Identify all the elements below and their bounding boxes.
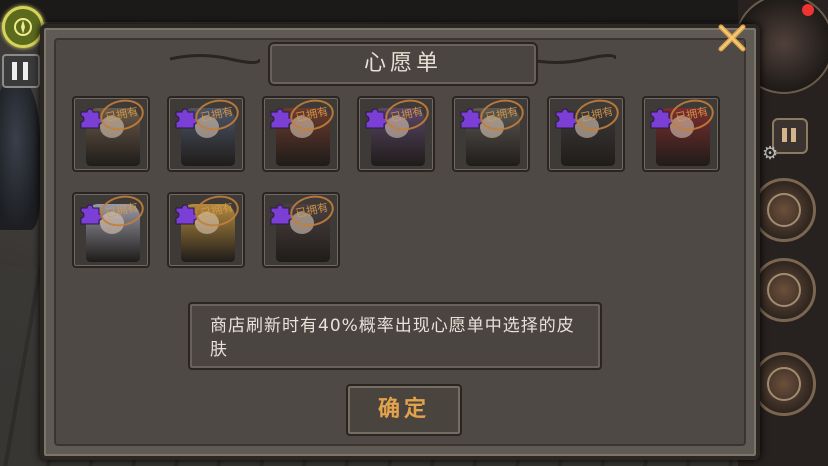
confirm-button[interactable]: 确定 <box>346 384 462 436</box>
wishlist-info-text: 商店刷新时有40%概率出现心愿单中选择的皮肤 <box>210 316 575 360</box>
confirm-button-label: 确定 <box>377 397 430 422</box>
dialog-title: 心愿单 <box>363 51 442 76</box>
skill-button-3[interactable] <box>752 352 816 416</box>
close-icon <box>718 24 746 52</box>
map-compass-button[interactable] <box>2 6 44 48</box>
compass-icon <box>14 18 32 36</box>
notification-dot <box>802 4 814 16</box>
skin-card[interactable]: 已拥有 <box>167 96 245 172</box>
pause-icon <box>782 128 787 142</box>
title-ornament-right <box>526 54 616 64</box>
title-ornament-left <box>170 54 260 64</box>
skill-button-2[interactable] <box>752 258 816 322</box>
skin-card[interactable]: 已拥有 <box>262 96 340 172</box>
skin-card[interactable]: 已拥有 <box>72 192 150 268</box>
skin-card[interactable]: 已拥有 <box>262 192 340 268</box>
skin-card[interactable]: 已拥有 <box>547 96 625 172</box>
skill-button-1[interactable] <box>752 178 816 242</box>
background-character <box>0 80 40 230</box>
info-box: 商店刷新时有40%概率出现心愿单中选择的皮肤 <box>188 302 602 370</box>
skin-card[interactable]: 已拥有 <box>72 96 150 172</box>
top-hud-strip <box>0 0 828 22</box>
skin-card[interactable]: 已拥有 <box>167 192 245 268</box>
skin-card[interactable]: 已拥有 <box>642 96 720 172</box>
skin-card[interactable]: 已拥有 <box>357 96 435 172</box>
player-status-icon <box>2 54 40 88</box>
gear-icon[interactable]: ⚙ <box>762 144 782 164</box>
dialog-title-plate: 心愿单 <box>268 42 538 86</box>
skin-card[interactable]: 已拥有 <box>452 96 530 172</box>
close-button[interactable] <box>714 20 750 56</box>
